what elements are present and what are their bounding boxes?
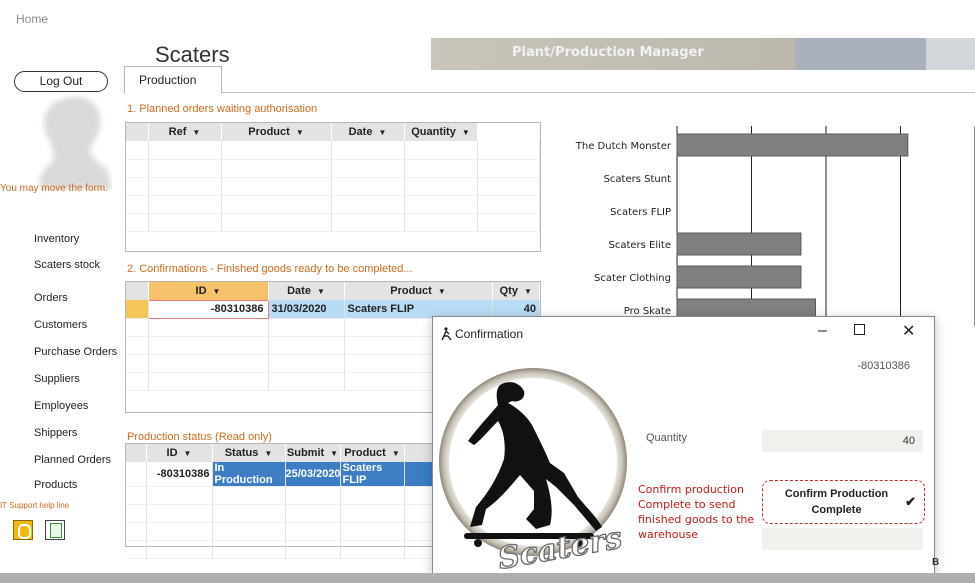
banner-title: Plant/Production Manager <box>512 45 704 60</box>
id-cell[interactable]: -80310386 <box>147 299 269 319</box>
outlook-icon[interactable] <box>13 520 33 540</box>
column-header-submit: Submit ▼ <box>285 444 341 462</box>
confirm-button-label: Confirm Production Complete <box>784 488 889 516</box>
minimize-button[interactable]: – <box>818 322 827 340</box>
confirmation-dialog: Confirmation – ✕ -80310386 Scaters Quant… <box>432 316 935 576</box>
checkmark-icon: ✔ <box>905 494 916 509</box>
app-icon <box>441 327 452 341</box>
close-button[interactable]: ✕ <box>902 321 915 341</box>
row-selector-header <box>126 444 147 462</box>
sidebar-item-purchase-orders[interactable]: Purchase Orders <box>34 346 117 358</box>
sidebar-item-suppliers[interactable]: Suppliers <box>34 373 80 385</box>
empty-field <box>762 528 923 550</box>
chart-bar <box>676 232 802 256</box>
dialog-title: Confirmation <box>455 327 524 341</box>
sidebar-item-scaters-stock[interactable]: Scaters stock <box>34 259 100 271</box>
confirmations-title: 2. Confirmations - Finished goods ready … <box>127 263 413 275</box>
home-link[interactable]: Home <box>16 12 48 26</box>
sidebar-item-customers[interactable]: Customers <box>34 319 87 331</box>
chart-bar <box>676 133 909 157</box>
sidebar-item-inventory[interactable]: Inventory <box>34 233 79 245</box>
production-status-title: Production status (Read only) <box>127 431 272 443</box>
category-label: Scaters FLIP <box>610 207 671 218</box>
logout-button[interactable]: Log Out <box>14 71 108 92</box>
scaters-logo: Scaters <box>439 368 627 571</box>
tab-production[interactable]: Production <box>124 66 222 93</box>
sidebar-item-orders[interactable]: Orders <box>34 292 68 304</box>
row-selector-header <box>126 123 149 141</box>
order-id: -80310386 <box>857 360 910 372</box>
sidebar-item-planned-orders[interactable]: Planned Orders <box>34 454 111 466</box>
category-label: Scaters Stunt <box>604 174 671 185</box>
sidebar-item-products[interactable]: Products <box>34 479 77 491</box>
column-header-ref[interactable]: Ref ▼ <box>148 123 222 141</box>
avatar <box>39 96 112 190</box>
excel-icon[interactable] <box>45 520 65 540</box>
sidebar-item-employees[interactable]: Employees <box>34 400 88 412</box>
category-label: The Dutch Monster <box>575 141 672 152</box>
category-label: Scaters Elite <box>609 240 672 251</box>
column-header-id: ID ▼ <box>146 444 213 462</box>
quantity-label: Quantity <box>646 432 687 444</box>
background-text-fragment: B <box>932 557 940 568</box>
column-header-date[interactable]: Date ▼ <box>331 123 405 141</box>
move-hint: You may move the form. <box>0 183 109 194</box>
production-chart: The Dutch Monster Scaters Stunt Scaters FL… <box>575 126 975 326</box>
column-header-date[interactable]: Date ▼ <box>268 282 345 300</box>
column-header-status: Status ▼ <box>212 444 286 462</box>
quantity-field: 40 <box>762 430 923 452</box>
maximize-button[interactable] <box>854 324 865 335</box>
it-support-link[interactable]: IT Support help line <box>0 501 69 510</box>
status-bar <box>0 573 975 583</box>
planned-orders-grid[interactable]: Ref ▼ Product ▼ Date ▼ Quantity ▼ <box>125 122 541 252</box>
column-header-product[interactable]: Product ▼ <box>344 282 493 300</box>
column-header-quantity[interactable]: Quantity ▼ <box>404 123 478 141</box>
confirm-production-button[interactable]: Confirm Production Complete ✔ <box>762 480 925 524</box>
production-status-grid: ID ▼ Status ▼ Submit ▼ Product ▼ -80310386 I… <box>125 443 435 559</box>
confirm-instructions: Confirm production Complete to send fini… <box>638 483 755 541</box>
app-title: Scaters <box>155 42 230 67</box>
tab-divider <box>222 92 975 93</box>
chart-bar <box>676 265 802 289</box>
category-label: Scater Clothing <box>594 273 671 284</box>
column-header-id[interactable]: ID ▼ <box>148 282 269 300</box>
table-row: -80310386 In Production 25/03/2020 Scate… <box>126 462 434 487</box>
row-selector-header <box>126 282 149 300</box>
column-header-product: Product ▼ <box>340 444 405 462</box>
column-header-qty[interactable]: Qty ▼ <box>492 282 540 300</box>
sidebar-item-shippers[interactable]: Shippers <box>34 427 77 439</box>
column-header-product[interactable]: Product ▼ <box>221 123 332 141</box>
planned-orders-title: 1. Planned orders waiting authorisation <box>127 103 318 115</box>
date-cell: 31/03/2020 <box>268 300 345 319</box>
